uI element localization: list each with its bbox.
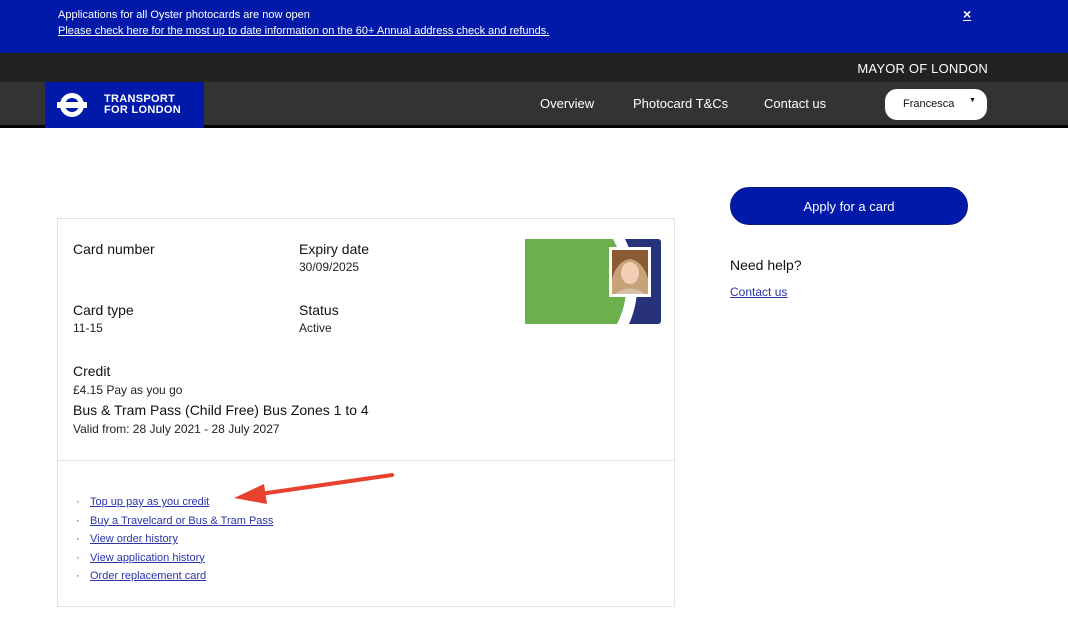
- buy-travelcard-link[interactable]: Buy a Travelcard or Bus & Tram Pass: [90, 515, 273, 527]
- list-item: · Buy a Travelcard or Bus & Tram Pass: [76, 514, 274, 527]
- oyster-card-image: [525, 239, 661, 324]
- card-number-label: Card number: [73, 241, 155, 257]
- user-name: Francesca: [903, 98, 955, 110]
- nav-contact-us[interactable]: Contact us: [764, 96, 826, 111]
- card-details-panel: Card number Expiry date 30/09/2025 Card …: [57, 218, 675, 607]
- order-history-link[interactable]: View order history: [90, 533, 178, 545]
- mayor-of-london-text: MAYOR OF LONDON: [857, 61, 988, 76]
- expiry-date-value: 30/09/2025: [299, 260, 360, 274]
- card-type-value: 11-15: [73, 321, 103, 335]
- list-item: · View application history: [76, 551, 205, 564]
- nav-photocard-tcs[interactable]: Photocard T&Cs: [633, 96, 728, 111]
- top-up-link[interactable]: Top up pay as you credit: [90, 496, 209, 508]
- status-label: Status: [299, 302, 339, 318]
- logo-text: TRANSPORT FOR LONDON: [104, 93, 181, 116]
- mayor-bar: MAYOR OF LONDON: [0, 53, 1068, 82]
- list-item: · View order history: [76, 533, 178, 545]
- roundel-icon: [57, 91, 87, 119]
- replacement-card-link[interactable]: Order replacement card: [90, 570, 206, 582]
- user-menu-button[interactable]: Francesca ▼: [885, 89, 987, 120]
- panel-divider: [58, 460, 674, 461]
- annotation-arrow-icon: [234, 473, 394, 504]
- main-navbar: TRANSPORT FOR LONDON Overview Photocard …: [0, 82, 1068, 128]
- expiry-date-label: Expiry date: [299, 241, 370, 257]
- banner-info-link[interactable]: Please check here for the most up to dat…: [58, 25, 549, 37]
- nav-overview[interactable]: Overview: [540, 96, 594, 111]
- status-value: Active: [299, 321, 332, 335]
- chevron-down-icon: ▼: [969, 97, 976, 104]
- close-banner-button[interactable]: ×: [963, 6, 971, 22]
- pass-validity: Valid from: 28 July 2021 - 28 July 2027: [73, 422, 280, 436]
- need-help-heading: Need help?: [730, 257, 802, 273]
- application-history-link[interactable]: View application history: [90, 552, 205, 564]
- announcement-banner: Applications for all Oyster photocards a…: [0, 0, 1068, 53]
- contact-us-link[interactable]: Contact us: [730, 285, 787, 299]
- card-type-label: Card type: [73, 302, 134, 318]
- credit-value: £4.15 Pay as you go: [73, 383, 183, 397]
- tfl-logo[interactable]: TRANSPORT FOR LONDON: [45, 82, 204, 128]
- pass-title: Bus & Tram Pass (Child Free) Bus Zones 1…: [73, 402, 369, 418]
- banner-message: Applications for all Oyster photocards a…: [58, 9, 310, 21]
- apply-for-card-button[interactable]: Apply for a card: [730, 187, 968, 225]
- credit-label: Credit: [73, 363, 111, 379]
- list-item: · Order replacement card: [76, 570, 207, 582]
